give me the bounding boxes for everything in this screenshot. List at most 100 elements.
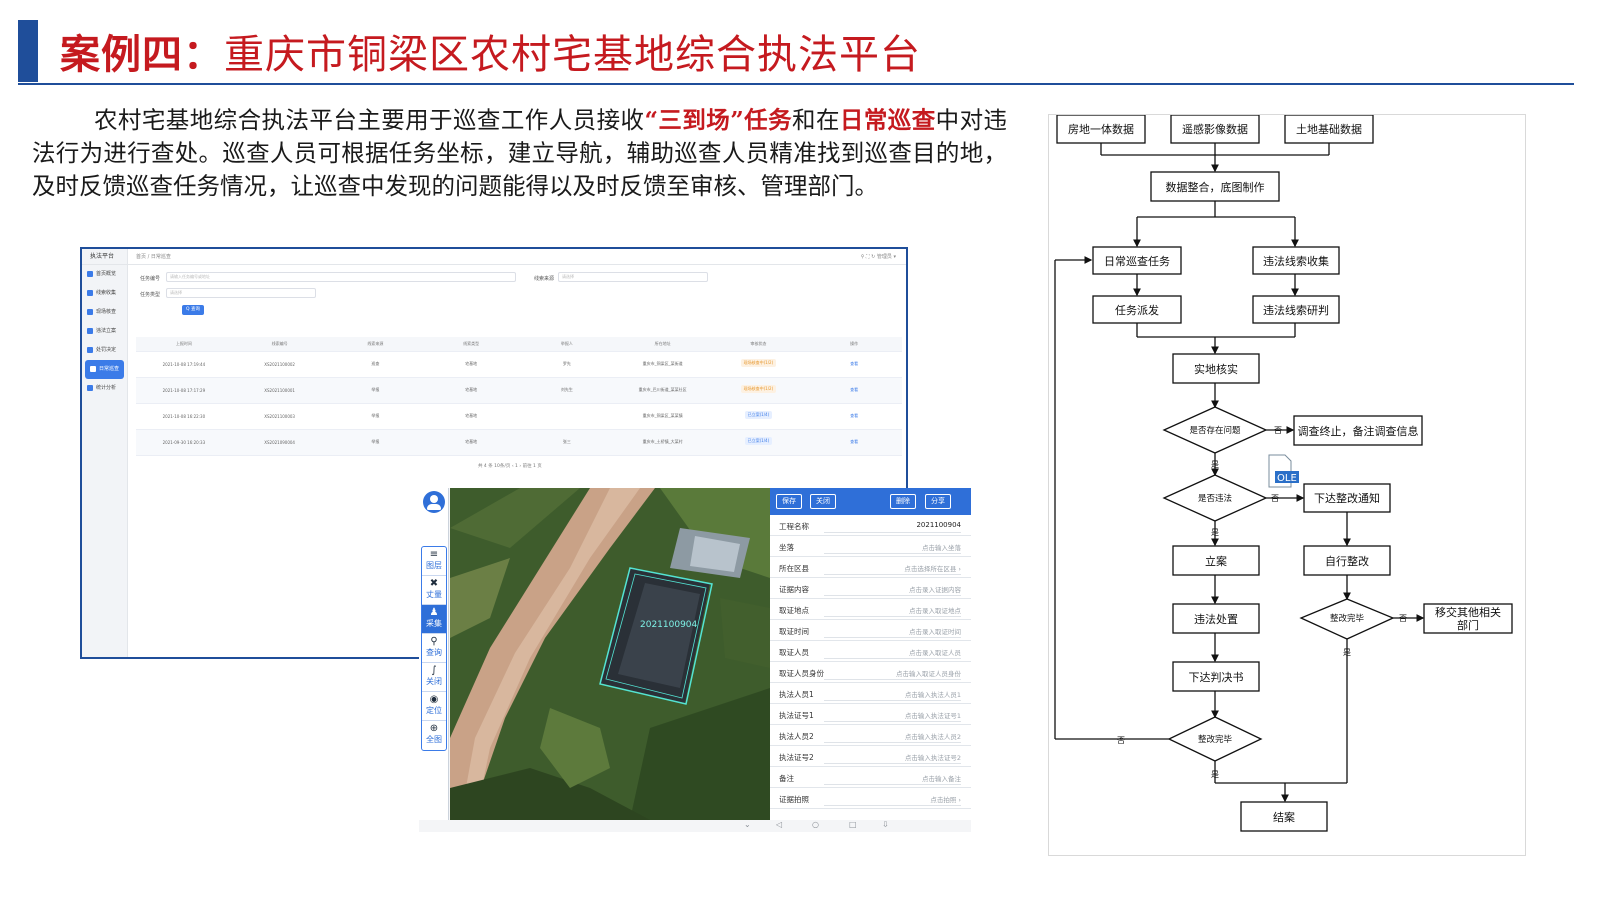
tool-label: 全图 [426, 735, 442, 744]
view-link[interactable]: 查看 [850, 439, 858, 444]
form-row[interactable]: 证据拍照 点击拍照 › [770, 788, 971, 809]
back-icon[interactable]: ◁ [776, 820, 782, 829]
action-cell: 查看 [806, 429, 902, 456]
locate-tool[interactable]: ◉ 定位 [422, 692, 446, 721]
intro-paragraph: 农村宅基地综合执法平台主要用于巡查工作人员接收“三到场”任务和在日常巡查中对违法… [32, 104, 1007, 203]
field-underline [824, 532, 961, 533]
form-row[interactable]: 工程名称 2021100904 [770, 515, 971, 536]
field-value[interactable]: 点击输入执法证号2 [905, 752, 961, 762]
web-nav-item[interactable]: 首页概览 [82, 265, 127, 284]
form-row[interactable]: 执法人员2 点击输入执法人员2 [770, 725, 971, 746]
column-header: 举报人 [519, 337, 615, 352]
flow-branch-label: 是 [1211, 460, 1219, 469]
form-row[interactable]: 执法证号2 点击输入执法证号2 [770, 746, 971, 767]
task-no-input[interactable]: 请输入任务编号或地址 [166, 272, 516, 282]
user-avatar-icon[interactable] [423, 491, 445, 513]
measure-tool[interactable]: ✖ 丈量 [422, 576, 446, 605]
field-value[interactable]: 点击录入取证时间 [909, 626, 961, 636]
intro-highlight-task: “三到场”任务 [644, 106, 793, 134]
view-link[interactable]: 查看 [850, 387, 858, 392]
tablet-app-screenshot: ≡ 图层 ✖ 丈量 ♟ 采集 ⚲ 查询 ∫ 关闭 ◉ 定位 ⊕ 全图 2021100904 保存 关闭 [419, 488, 971, 832]
tool-label: 图层 [426, 561, 442, 570]
form-row[interactable]: 备注 点击输入备注 [770, 767, 971, 788]
table-row[interactable]: 2021-09-30 16:20:33 XS2021090004 举报 宅基地 张三 重庆… [136, 429, 902, 456]
field-underline [824, 742, 961, 743]
satellite-imagery [450, 488, 770, 820]
field-value[interactable]: 点击输入执法人员2 [905, 731, 961, 741]
android-nav-bar: ⌄ ◁ ○ □ ⇩ [419, 820, 971, 832]
flow-box-merge: 数据整合，底图制作 [1166, 180, 1265, 194]
nav-item-icon [87, 270, 93, 277]
source-select[interactable]: 请选择 [558, 272, 708, 282]
layers-tool[interactable]: ≡ 图层 [422, 547, 446, 576]
web-nav-item[interactable]: 现场核查 [82, 303, 127, 322]
close-button[interactable]: 关闭 [810, 494, 836, 509]
web-nav-item[interactable]: 处罚决定 [82, 341, 127, 360]
query-button[interactable]: Q 查询 [182, 305, 204, 315]
close-tool[interactable]: ∫ 关闭 [422, 663, 446, 692]
form-row[interactable]: 取证地点 点击录入取证地点 [770, 599, 971, 620]
table-row[interactable]: 2021-10-08 16:22:30 XS2021100003 举报 宅基地 重庆市_… [136, 403, 902, 430]
view-link[interactable]: 查看 [850, 361, 858, 366]
form-row[interactable]: 证据内容 点击录入证据内容 [770, 578, 971, 599]
form-row[interactable]: 执法人员1 点击输入执法人员1 [770, 683, 971, 704]
form-row[interactable]: 坐落 点击输入坐落 [770, 536, 971, 557]
form-row[interactable]: 取证人员 点击录入取证人员 [770, 641, 971, 662]
web-topbar-icons[interactable]: ⚲ ⛶ ↻ 管理员 ▾ [861, 249, 896, 265]
flow-box-src1: 房地一体数据 [1068, 122, 1134, 136]
parcel-label: 2021100904 [640, 620, 698, 630]
query-tool[interactable]: ⚲ 查询 [422, 634, 446, 663]
field-value[interactable]: 点击输入取证人员身份 [896, 668, 961, 678]
form-row[interactable]: 取证时间 点击录入取证时间 [770, 620, 971, 641]
field-underline [824, 637, 961, 638]
ole-icon: OLE [1268, 454, 1299, 488]
field-value[interactable]: 点击录入证据内容 [909, 584, 961, 594]
field-value[interactable]: 2021100904 [916, 521, 961, 529]
table-row[interactable]: 2021-10-08 17:17:29 XS2021100001 举报 宅基地 刘先生重… [136, 377, 902, 404]
measure-icon: ✖ [429, 578, 439, 589]
fullmap-tool[interactable]: ⊕ 全图 [422, 721, 446, 750]
flow-box-src2: 遥感影像数据 [1182, 122, 1248, 136]
field-label: 执法人员2 [779, 732, 814, 741]
field-value[interactable]: 点击输入备注 [922, 773, 961, 783]
table-cell: XS2021100002 [231, 351, 328, 378]
form-row[interactable]: 执法证号1 点击输入执法证号1 [770, 704, 971, 725]
save-button[interactable]: 保存 [776, 494, 802, 509]
recents-icon[interactable]: □ [849, 820, 857, 829]
web-nav-item[interactable]: 日常巡查 [85, 360, 124, 379]
flow-box-collect: 违法线索收集 [1263, 254, 1329, 268]
table-cell: 宅基地 [423, 377, 519, 404]
collapse-icon[interactable]: ⌄ [744, 820, 751, 829]
status-badge: 现场核查中(1/2) [740, 359, 777, 367]
field-value[interactable]: 点击输入坐落 [922, 542, 961, 552]
web-nav-item[interactable]: 违法立案 [82, 322, 127, 341]
view-link[interactable]: 查看 [850, 413, 858, 418]
table-row[interactable]: 2021-10-08 17:19:44 XS2021100002 巡查 宅基地 罗先 重庆… [136, 351, 902, 378]
download-icon[interactable]: ⇩ [882, 820, 889, 829]
form-row[interactable]: 取证人员身份 点击输入取证人员身份 [770, 662, 971, 683]
field-value[interactable]: 点击拍照 › [930, 794, 961, 804]
column-header: 线索编号 [231, 337, 328, 352]
collect-tool[interactable]: ♟ 采集 [422, 605, 446, 634]
field-label: 取证时间 [779, 627, 809, 636]
field-value[interactable]: 点击输入执法证号1 [905, 710, 961, 720]
field-value[interactable]: 点击选择所在区县 › [904, 563, 961, 573]
form-row[interactable]: 所在区县 点击选择所在区县 › [770, 557, 971, 578]
table-pager[interactable]: 共 4 条 10条/页 ‹ 1 › 前往 1 页 [478, 463, 542, 469]
field-value[interactable]: 点击录入取证人员 [909, 647, 961, 657]
flow-diamond-fixed2: 整改完毕 [1330, 613, 1365, 624]
flow-branch-label: 否 [1117, 736, 1125, 745]
web-nav-item[interactable]: 统计分析 [82, 379, 127, 398]
home-icon[interactable]: ○ [812, 820, 819, 829]
field-value[interactable]: 点击输入执法人员1 [905, 689, 961, 699]
web-topbar: 首页 / 日常巡查 ⚲ ⛶ ↻ 管理员 ▾ [128, 249, 906, 265]
field-label: 取证地点 [779, 606, 809, 615]
type-select[interactable]: 请选择 [166, 288, 316, 298]
delete-button[interactable]: 删除 [890, 494, 916, 509]
tool-label: 定位 [426, 706, 442, 715]
satellite-map[interactable]: 2021100904 [450, 488, 770, 820]
share-button[interactable]: 分享 [925, 494, 951, 509]
web-nav-item[interactable]: 线索收集 [82, 284, 127, 303]
tablet-toolbar: ≡ 图层 ✖ 丈量 ♟ 采集 ⚲ 查询 ∫ 关闭 ◉ 定位 ⊕ 全图 [419, 488, 449, 820]
field-value[interactable]: 点击录入取证地点 [909, 605, 961, 615]
